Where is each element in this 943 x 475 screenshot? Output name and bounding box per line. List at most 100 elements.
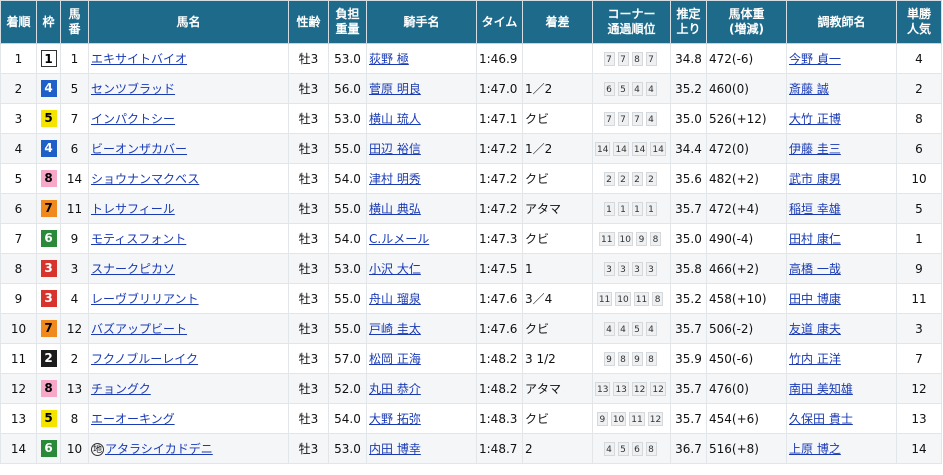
trainer-name-link[interactable]: 武市 康男 xyxy=(789,172,841,186)
last3f-cell: 35.7 xyxy=(670,403,707,434)
jockey-name-link[interactable]: C.ルメール xyxy=(369,232,429,246)
horse-name-link[interactable]: センツブラッド xyxy=(91,82,175,96)
horse-cell: インパクトシー xyxy=(88,103,289,134)
header-frame[interactable]: 枠 xyxy=(36,0,61,44)
corner-position: 8 xyxy=(652,292,664,306)
trainer-name-link[interactable]: 久保田 貴士 xyxy=(789,412,853,426)
number-cell: 1 xyxy=(60,43,89,74)
header-horse[interactable]: 馬名 xyxy=(88,0,289,44)
corner-position: 4 xyxy=(603,442,615,456)
horse-name-link[interactable]: トレサフィール xyxy=(91,202,175,216)
jockey-name-link[interactable]: 松岡 正海 xyxy=(369,352,421,366)
corner-position: 4 xyxy=(631,82,643,96)
header-rank[interactable]: 着順 xyxy=(0,0,37,44)
trainer-cell: 伊藤 圭三 xyxy=(786,133,897,164)
jockey-name-link[interactable]: 大野 拓弥 xyxy=(369,412,421,426)
header-number[interactable]: 馬番 xyxy=(60,0,89,44)
jockey-name-link[interactable]: 小沢 大仁 xyxy=(369,262,421,276)
trainer-name-link[interactable]: 田中 博康 xyxy=(789,292,841,306)
horse-name-link[interactable]: スナークピカソ xyxy=(91,262,175,276)
number-cell: 9 xyxy=(60,223,89,254)
time-cell: 1:47.3 xyxy=(476,223,523,254)
horse-name-link[interactable]: モティスフォント xyxy=(91,232,186,246)
corner-position: 4 xyxy=(603,322,615,336)
trainer-name-link[interactable]: 田村 康仁 xyxy=(789,232,841,246)
number-cell: 6 xyxy=(60,133,89,164)
trainer-name-link[interactable]: 上原 博之 xyxy=(789,442,841,456)
horse-name-link[interactable]: ビーオンザカバー xyxy=(91,142,187,156)
jockey-cell: 大野 拓弥 xyxy=(366,403,477,434)
trainer-name-link[interactable]: 伊藤 圭三 xyxy=(789,142,841,156)
header-jockey-label: 騎手名 xyxy=(403,14,440,29)
header-trainer[interactable]: 調教師名 xyxy=(786,0,897,44)
jockey-name-link[interactable]: 横山 琉人 xyxy=(369,112,421,126)
header-time[interactable]: タイム xyxy=(476,0,523,44)
bodyweight-cell: 466(+2) xyxy=(706,253,787,284)
horse-cell: フクノブルーレイク xyxy=(88,343,289,374)
jockey-cell: 小沢 大仁 xyxy=(366,253,477,284)
table-row: 12 8 13 チョングク 牡3 52.0 丸田 恭介 1:48.2 アタマ 13 13 12 12 35… xyxy=(0,373,942,404)
frame-badge: 4 xyxy=(40,140,57,157)
corner-position: 4 xyxy=(645,322,657,336)
horse-name-link[interactable]: アタラシイカドデニ xyxy=(105,442,213,456)
horse-name-link[interactable]: フクノブルーレイク xyxy=(91,352,198,366)
trainer-name-link[interactable]: 今野 貞一 xyxy=(789,52,841,66)
header-frame-label: 枠 xyxy=(42,14,55,29)
header-sexage[interactable]: 性齢 xyxy=(288,0,329,44)
horse-name-link[interactable]: ショウナンマクベス xyxy=(91,172,199,186)
header-last3f[interactable]: 推定 上り xyxy=(670,0,707,44)
jockey-name-link[interactable]: 荻野 極 xyxy=(369,52,409,66)
popularity-cell: 12 xyxy=(896,373,942,404)
frame-cell: 6 xyxy=(36,223,61,254)
last3f-cell: 35.0 xyxy=(670,223,707,254)
corner-position: 14 xyxy=(595,142,611,156)
horse-cell: エキサイトバイオ xyxy=(88,43,289,74)
jockey-cell: 丸田 恭介 xyxy=(366,373,477,404)
frame-badge: 1 xyxy=(40,50,57,67)
frame-cell: 5 xyxy=(36,403,61,434)
table-row: 2 4 5 センツブラッド 牡3 56.0 菅原 明良 1:47.0 1／2 6 5 4 4 35.2 46… xyxy=(0,73,942,104)
jockey-name-link[interactable]: 菅原 明良 xyxy=(369,82,421,96)
jockey-name-link[interactable]: 田辺 裕信 xyxy=(369,142,421,156)
trainer-name-link[interactable]: 稲垣 幸雄 xyxy=(789,202,841,216)
trainer-name-link[interactable]: 斎藤 誠 xyxy=(789,82,829,96)
horse-name-link[interactable]: バズアップビート xyxy=(91,322,187,336)
horse-name-link[interactable]: インパクトシー xyxy=(91,112,175,126)
trainer-name-link[interactable]: 友道 康夫 xyxy=(789,322,841,336)
weight-cell: 55.0 xyxy=(328,313,367,344)
jockey-cell: 松岡 正海 xyxy=(366,343,477,374)
trainer-name-link[interactable]: 高橋 一哉 xyxy=(789,262,841,276)
jockey-name-link[interactable]: 舟山 瑠泉 xyxy=(369,292,421,306)
jockey-name-link[interactable]: 横山 典弘 xyxy=(369,202,421,216)
horse-name-link[interactable]: エキサイトバイオ xyxy=(91,52,187,66)
corner-position: 3 xyxy=(645,262,657,276)
header-popularity[interactable]: 単勝 人気 xyxy=(896,0,942,44)
sexage-cell: 牡3 xyxy=(288,43,329,74)
header-margin[interactable]: 着差 xyxy=(522,0,593,44)
trainer-name-link[interactable]: 南田 美知雄 xyxy=(789,382,853,396)
jockey-cell: 舟山 瑠泉 xyxy=(366,283,477,314)
horse-name-link[interactable]: レーヴブリリアント xyxy=(91,292,199,306)
header-corner[interactable]: コーナー 通過順位 xyxy=(592,0,671,44)
frame-cell: 3 xyxy=(36,253,61,284)
trainer-name-link[interactable]: 竹内 正洋 xyxy=(789,352,841,366)
horse-cell: ビーオンザカバー xyxy=(88,133,289,164)
header-weight[interactable]: 負担 重量 xyxy=(328,0,367,44)
race-results-table: 着順 枠 馬番 馬名 性齢 負担 重量 騎手名 タイム 着差 コーナー 通過順位 推… xyxy=(0,0,942,464)
trainer-name-link[interactable]: 大竹 正博 xyxy=(789,112,841,126)
table-header: 着順 枠 馬番 馬名 性齢 負担 重量 騎手名 タイム 着差 コーナー 通過順位 推… xyxy=(0,0,942,44)
corner-positions: 4568 xyxy=(603,441,660,456)
header-bodyweight[interactable]: 馬体重 (増減) xyxy=(706,0,787,44)
jockey-name-link[interactable]: 津村 明秀 xyxy=(369,172,421,186)
jockey-name-link[interactable]: 戸崎 圭太 xyxy=(369,322,421,336)
weight-cell: 55.0 xyxy=(328,283,367,314)
horse-name-link[interactable]: チョングク xyxy=(91,382,151,396)
header-row: 着順 枠 馬番 馬名 性齢 負担 重量 騎手名 タイム 着差 コーナー 通過順位 推… xyxy=(0,0,942,44)
jockey-name-link[interactable]: 丸田 恭介 xyxy=(369,382,421,396)
corner-position: 4 xyxy=(645,82,657,96)
corner-cell: 4454 xyxy=(592,313,671,344)
horse-name-link[interactable]: エーオーキング xyxy=(91,412,175,426)
rank-cell: 13 xyxy=(0,403,37,434)
jockey-name-link[interactable]: 内田 博幸 xyxy=(369,442,421,456)
header-jockey[interactable]: 騎手名 xyxy=(366,0,477,44)
